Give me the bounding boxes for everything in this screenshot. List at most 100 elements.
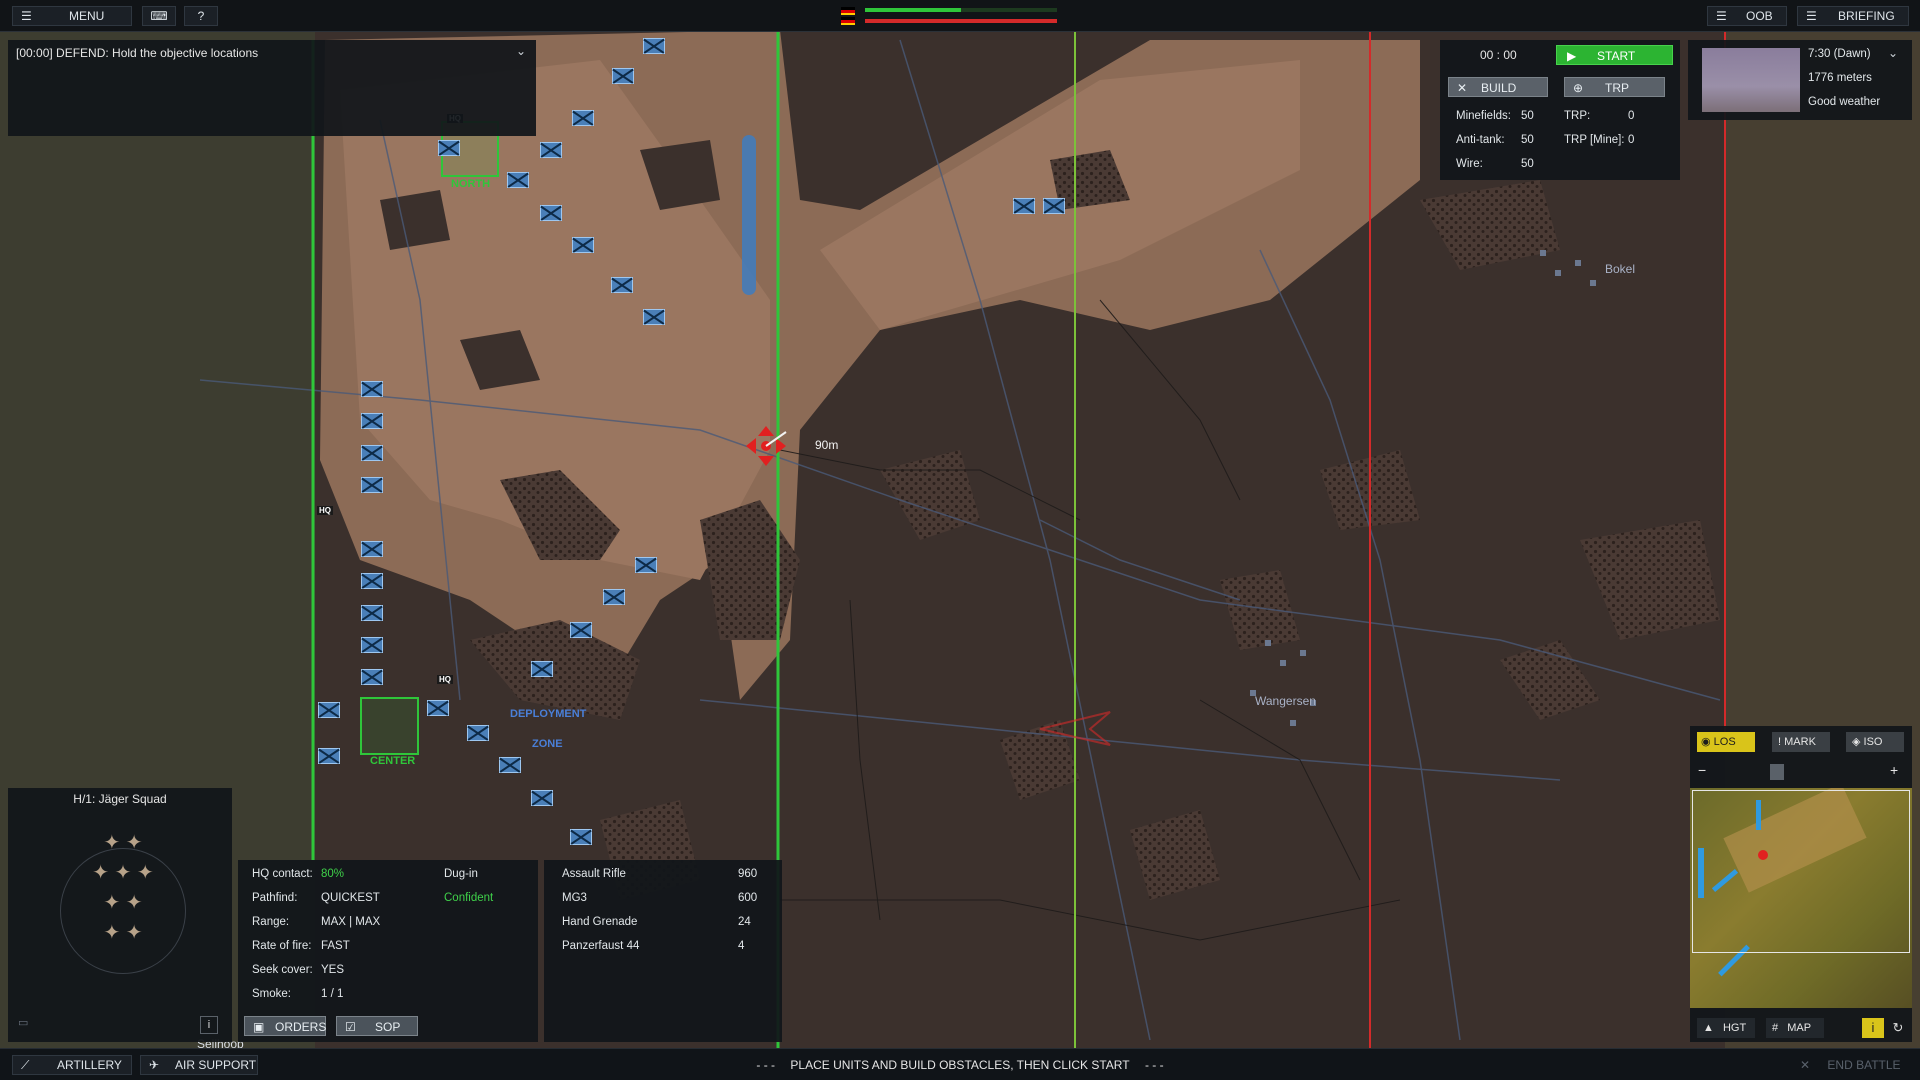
- wire-value: 50: [1521, 158, 1534, 170]
- map-label: MAP: [1787, 1022, 1812, 1034]
- keyboard-button[interactable]: ⌨: [142, 6, 176, 26]
- town-label-bokel: Bokel: [1605, 262, 1636, 276]
- start-button[interactable]: ▶ START: [1556, 45, 1673, 65]
- mountain-icon: ▲: [1703, 1022, 1714, 1034]
- unit-marker[interactable]: [507, 172, 529, 188]
- wrench-icon: ✕: [1457, 81, 1468, 95]
- trp-label: TRP: [1605, 81, 1629, 95]
- iso-toggle[interactable]: ◈ ISO: [1846, 732, 1904, 752]
- unit-info-button[interactable]: i: [200, 1016, 218, 1034]
- minimap-view[interactable]: [1690, 788, 1912, 1008]
- unit-marker[interactable]: [467, 725, 489, 741]
- unit-status-panel: HQ contact: 80% Pathfind: QUICKEST Range…: [238, 860, 538, 1042]
- zoom-out-button[interactable]: −: [1698, 762, 1706, 778]
- los-toggle[interactable]: ◉ LOS: [1697, 732, 1755, 752]
- cube-icon: ◈: [1852, 736, 1861, 748]
- weather-time: 7:30 (Dawn): [1808, 48, 1871, 60]
- hq-contact-label: HQ contact:: [252, 868, 313, 880]
- iso-label: ISO: [1863, 736, 1883, 748]
- mark-toggle[interactable]: ! MARK: [1772, 732, 1830, 752]
- minimap-viewport-frame[interactable]: [1692, 790, 1910, 953]
- unit-portrait-panel: H/1: Jäger Squad ✦ ✦ ✦ ✦ ✦ ✦ ✦ ✦ ✦ i ▭: [8, 788, 232, 1042]
- objective-north-label: NORTH: [451, 178, 491, 190]
- unit-marker[interactable]: [540, 205, 562, 221]
- trp-button[interactable]: ⊕ TRP: [1564, 77, 1665, 97]
- unit-marker[interactable]: [572, 237, 594, 253]
- unit-marker[interactable]: [361, 605, 383, 621]
- unit-marker[interactable]: [570, 829, 592, 845]
- help-button[interactable]: ?: [184, 6, 218, 26]
- weapon-name: Assault Rifle: [562, 868, 626, 880]
- unit-marker[interactable]: [361, 413, 383, 429]
- unit-marker[interactable]: [318, 748, 340, 764]
- unit-marker[interactable]: [361, 381, 383, 397]
- grid-icon: #: [1772, 1022, 1779, 1034]
- chevron-down-icon[interactable]: ⌄: [1888, 46, 1898, 60]
- range-value[interactable]: MAX | MAX: [321, 916, 380, 928]
- dashes-right: - - -: [1144, 1058, 1164, 1072]
- unit-marker[interactable]: [603, 589, 625, 605]
- seek-cover-label: Seek cover:: [252, 964, 313, 976]
- unit-marker[interactable]: [643, 38, 665, 54]
- unit-marker[interactable]: [361, 477, 383, 493]
- hq-marker[interactable]: HQ: [317, 506, 333, 515]
- unit-marker[interactable]: [361, 573, 383, 589]
- objective-panel: [00:00] DEFEND: Hold the objective locat…: [8, 40, 536, 136]
- unit-marker[interactable]: [635, 557, 657, 573]
- minefields-value: 50: [1521, 110, 1534, 122]
- play-icon: ▶: [1567, 49, 1577, 63]
- build-button[interactable]: ✕ BUILD: [1448, 77, 1548, 97]
- unit-marker[interactable]: [499, 757, 521, 773]
- pathfind-label: Pathfind:: [252, 892, 298, 904]
- weather-panel: 7:30 (Dawn) 1776 meters Good weather ⌄: [1688, 40, 1912, 120]
- unit-marker[interactable]: [361, 445, 383, 461]
- zoom-in-button[interactable]: +: [1890, 762, 1898, 778]
- zoom-slider-handle[interactable]: [1770, 764, 1784, 780]
- chevron-down-icon[interactable]: ⌄: [516, 44, 526, 58]
- unit-marker[interactable]: [531, 790, 553, 806]
- weapon-name: Hand Grenade: [562, 916, 638, 928]
- map-toggle[interactable]: # MAP: [1766, 1018, 1824, 1038]
- german-flag-icon-enemy: [841, 17, 855, 25]
- unit-marker[interactable]: [540, 142, 562, 158]
- orders-icon: ▣: [253, 1020, 265, 1034]
- unit-marker[interactable]: [318, 702, 340, 718]
- deployment-panel: 00 : 00 ▶ START ✕ BUILD ⊕ TRP Minefields…: [1440, 40, 1680, 180]
- rate-of-fire-value[interactable]: FAST: [321, 940, 350, 952]
- unit-marker[interactable]: [361, 669, 383, 685]
- sop-label: SOP: [375, 1020, 401, 1034]
- unit-marker[interactable]: [427, 700, 449, 716]
- unit-marker[interactable]: [611, 277, 633, 293]
- german-flag-icon: [841, 7, 855, 15]
- briefing-button[interactable]: ☰ BRIEFING: [1797, 6, 1909, 26]
- status-message-text: PLACE UNITS AND BUILD OBSTACLES, THEN CL…: [790, 1058, 1130, 1072]
- info-toggle[interactable]: i: [1862, 1018, 1884, 1038]
- list-icon: ☰: [1806, 9, 1817, 23]
- menu-button[interactable]: ☰ MENU: [12, 6, 132, 26]
- refresh-icon[interactable]: ↻: [1888, 1018, 1908, 1038]
- camera-icon[interactable]: ▭: [18, 1016, 28, 1029]
- mark-label: MARK: [1784, 736, 1816, 748]
- end-battle-button[interactable]: ✕ END BATTLE: [1800, 1058, 1901, 1072]
- sop-button[interactable]: ☑ SOP: [336, 1016, 418, 1036]
- hq-marker[interactable]: HQ: [437, 675, 453, 684]
- unit-marker[interactable]: [643, 309, 665, 325]
- antitank-value: 50: [1521, 134, 1534, 146]
- seek-cover-value[interactable]: YES: [321, 964, 344, 976]
- orders-label: ORDERS: [275, 1020, 327, 1034]
- unit-marker[interactable]: [361, 541, 383, 557]
- orders-button[interactable]: ▣ ORDERS: [244, 1016, 326, 1036]
- trp-mine-value: 0: [1628, 134, 1635, 146]
- pathfind-value[interactable]: QUICKEST: [321, 892, 380, 904]
- hgt-toggle[interactable]: ▲ HGT: [1697, 1018, 1755, 1038]
- unit-marker[interactable]: [572, 110, 594, 126]
- unit-marker[interactable]: [438, 140, 460, 156]
- unit-marker[interactable]: [531, 661, 553, 677]
- unit-marker[interactable]: [1013, 198, 1035, 214]
- unit-marker[interactable]: [361, 637, 383, 653]
- unit-marker[interactable]: [1043, 198, 1065, 214]
- unit-marker[interactable]: [612, 68, 634, 84]
- unit-marker[interactable]: [570, 622, 592, 638]
- oob-button[interactable]: ☰ OOB: [1707, 6, 1787, 26]
- hq-contact-value: 80%: [321, 868, 345, 880]
